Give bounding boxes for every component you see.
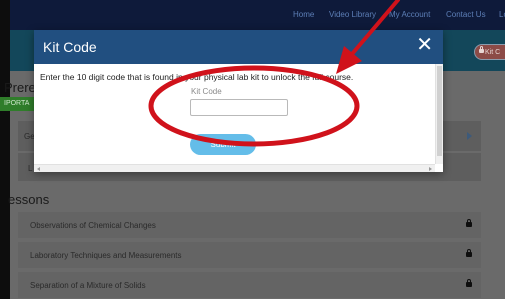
lock-icon (466, 279, 472, 287)
nav-home[interactable]: Home (293, 10, 314, 19)
lock-icon (466, 249, 472, 257)
lesson-row[interactable]: Laboratory Techniques and Measurements (18, 242, 481, 268)
scroll-right-icon[interactable] (429, 167, 432, 171)
lesson-row[interactable]: Separation of a Mixture of Solids (18, 272, 481, 298)
nav-my-account[interactable]: My Account (389, 10, 430, 19)
kit-code-input[interactable] (190, 99, 288, 116)
important-tag: IPORTA (0, 97, 37, 111)
top-navigation: Home Video Library My Account Contact Us… (10, 0, 505, 30)
lesson-title: Observations of Chemical Changes (30, 221, 156, 230)
nav-contact-us[interactable]: Contact Us (446, 10, 486, 19)
left-edge (0, 0, 10, 299)
lock-icon (466, 219, 472, 227)
submit-button[interactable]: Submit (190, 134, 256, 155)
kit-code-label: Kit Code (191, 87, 222, 96)
vertical-scrollbar[interactable] (435, 64, 443, 164)
prereq-row-label: L (28, 164, 33, 173)
modal-header: Kit Code ✕ (34, 30, 443, 64)
scroll-left-icon[interactable] (37, 167, 40, 171)
close-icon[interactable]: ✕ (416, 34, 433, 56)
kit-code-button-label: Kit C (485, 49, 501, 56)
modal-body: Enter the 10 digit code that is found in… (34, 64, 435, 164)
kit-code-modal: Kit Code ✕ Enter the 10 digit code that … (34, 30, 443, 172)
nav-video-library[interactable]: Video Library (329, 10, 376, 19)
lessons-heading: essons (8, 192, 50, 207)
lesson-row[interactable]: Observations of Chemical Changes (18, 212, 481, 238)
kit-code-instructions: Enter the 10 digit code that is found in… (40, 72, 354, 82)
modal-title: Kit Code (43, 39, 97, 55)
chevron-right-icon[interactable] (467, 132, 472, 140)
lesson-title: Laboratory Techniques and Measurements (30, 251, 182, 260)
scrollbar-thumb[interactable] (437, 66, 442, 156)
lesson-title: Separation of a Mixture of Solids (30, 281, 146, 290)
horizontal-scrollbar[interactable] (34, 164, 435, 172)
nav-login[interactable]: Lo (499, 10, 505, 19)
lock-icon (479, 46, 484, 53)
kit-code-button[interactable]: Kit C (474, 44, 505, 60)
